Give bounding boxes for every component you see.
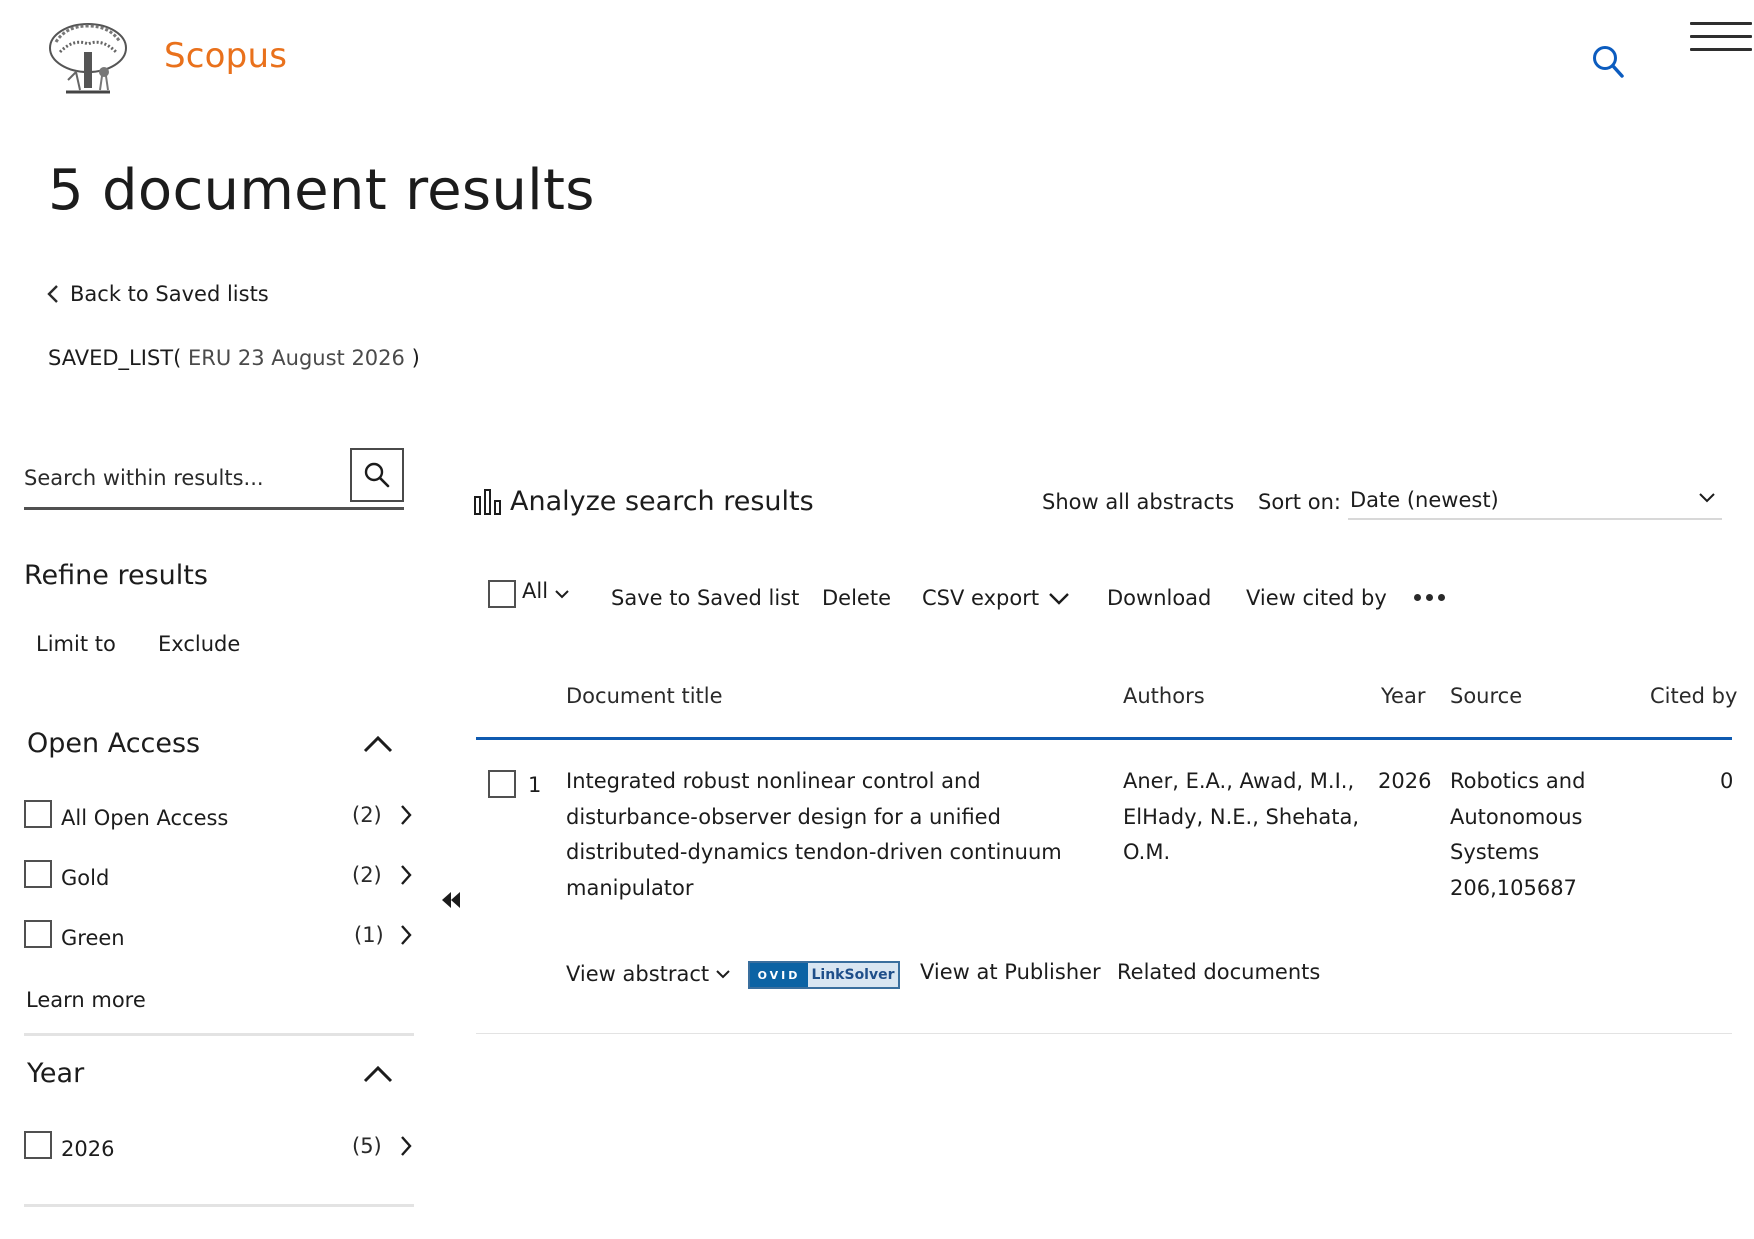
- open-access-facet-title[interactable]: Open Access: [27, 728, 200, 759]
- document-title-link[interactable]: Integrated robust nonlinear control and …: [566, 764, 1086, 906]
- facet-label: Green: [61, 926, 125, 950]
- facet-label: 2026: [61, 1137, 115, 1161]
- chevron-down-icon[interactable]: [554, 589, 570, 599]
- row-checkbox[interactable]: [488, 770, 516, 798]
- chevron-right-icon[interactable]: [400, 1135, 412, 1157]
- chevron-down-icon: [716, 970, 730, 979]
- facet-count: (5): [352, 1134, 382, 1158]
- chevron-right-icon[interactable]: [400, 924, 412, 946]
- facet-divider: [24, 1033, 414, 1036]
- save-to-saved-list-button[interactable]: Save to Saved list: [611, 586, 799, 610]
- search-within-input[interactable]: [24, 466, 344, 490]
- open-access-green-checkbox[interactable]: [24, 920, 52, 948]
- table-header-rule: [476, 737, 1732, 740]
- sort-select[interactable]: Date (newest): [1348, 482, 1722, 520]
- chevron-up-icon[interactable]: [362, 1064, 394, 1084]
- facet-count: (2): [352, 803, 382, 827]
- linksolver-logo: LinkSolver: [808, 963, 898, 987]
- search-icon[interactable]: [1592, 44, 1626, 80]
- search-icon: [364, 462, 390, 488]
- select-all-checkbox[interactable]: [488, 580, 516, 608]
- facet-divider: [24, 1204, 414, 1207]
- open-access-all-checkbox[interactable]: [24, 800, 52, 828]
- chevron-down-icon[interactable]: [1048, 592, 1070, 606]
- back-link-label: Back to Saved lists: [70, 282, 269, 306]
- year-facet-title[interactable]: Year: [27, 1058, 84, 1089]
- show-all-abstracts-link[interactable]: Show all abstracts: [1042, 490, 1234, 514]
- year-cell: 2026: [1378, 769, 1432, 793]
- facet-label: All Open Access: [61, 806, 229, 830]
- authors-cell[interactable]: Aner, E.A., Awad, M.I., ElHady, N.E., Sh…: [1123, 764, 1363, 871]
- column-header-cited-by[interactable]: Cited by: [1650, 684, 1737, 708]
- source-cell[interactable]: Robotics and Autonomous Systems 206,1056…: [1450, 764, 1640, 906]
- open-access-gold-checkbox[interactable]: [24, 860, 52, 888]
- learn-more-link[interactable]: Learn more: [26, 988, 146, 1012]
- cited-by-cell[interactable]: 0: [1720, 764, 1733, 800]
- more-options-icon[interactable]: [1414, 594, 1445, 601]
- search-within-button[interactable]: [350, 448, 404, 502]
- hamburger-menu-icon[interactable]: [1690, 22, 1752, 52]
- column-header-year[interactable]: Year: [1381, 684, 1425, 708]
- column-header-source[interactable]: Source: [1450, 684, 1522, 708]
- exclude-button[interactable]: Exclude: [158, 632, 240, 656]
- related-documents-link[interactable]: Related documents: [1117, 960, 1320, 984]
- facet-label: Gold: [61, 866, 110, 890]
- view-abstract-button[interactable]: View abstract: [566, 962, 731, 986]
- column-header-authors[interactable]: Authors: [1123, 684, 1205, 708]
- row-divider: [476, 1033, 1732, 1034]
- chevron-up-icon[interactable]: [362, 734, 394, 754]
- limit-to-button[interactable]: Limit to: [36, 632, 116, 656]
- view-cited-by-button[interactable]: View cited by: [1246, 586, 1387, 610]
- brand-name[interactable]: Scopus: [164, 36, 287, 76]
- sort-on-label: Sort on:: [1258, 490, 1341, 514]
- collapse-sidebar-icon[interactable]: [440, 890, 462, 910]
- chevron-right-icon[interactable]: [400, 864, 412, 886]
- delete-button[interactable]: Delete: [822, 586, 891, 610]
- select-all-label: All: [522, 579, 549, 603]
- column-header-title[interactable]: Document title: [566, 684, 723, 708]
- bar-chart-icon: [474, 488, 501, 515]
- facet-count: (2): [352, 863, 382, 887]
- ovid-linksolver-button[interactable]: OVID LinkSolver: [748, 961, 900, 989]
- facet-count: (1): [354, 923, 384, 947]
- csv-export-button[interactable]: CSV export: [922, 586, 1039, 610]
- view-at-publisher-link[interactable]: View at Publisher: [920, 960, 1101, 984]
- sort-value: Date (newest): [1350, 488, 1499, 512]
- page-title: 5 document results: [48, 158, 595, 223]
- analyze-search-results-link[interactable]: Analyze search results: [474, 486, 814, 517]
- back-to-saved-lists-link[interactable]: Back to Saved lists: [46, 282, 269, 306]
- elsevier-logo-icon[interactable]: [46, 22, 130, 96]
- chevron-left-icon: [47, 285, 58, 303]
- search-within-results: [24, 448, 404, 510]
- chevron-down-icon: [1699, 493, 1715, 503]
- saved-list-name: SAVED_LIST( ERU 23 August 2026 ): [48, 346, 420, 370]
- select-all-control[interactable]: All: [488, 579, 570, 608]
- chevron-right-icon[interactable]: [400, 804, 412, 826]
- year-2026-checkbox[interactable]: [24, 1131, 52, 1159]
- row-index: 1: [528, 773, 542, 797]
- download-button[interactable]: Download: [1107, 586, 1211, 610]
- ovid-logo: OVID: [750, 963, 808, 987]
- refine-results-title: Refine results: [24, 560, 208, 591]
- analyze-label: Analyze search results: [510, 486, 814, 517]
